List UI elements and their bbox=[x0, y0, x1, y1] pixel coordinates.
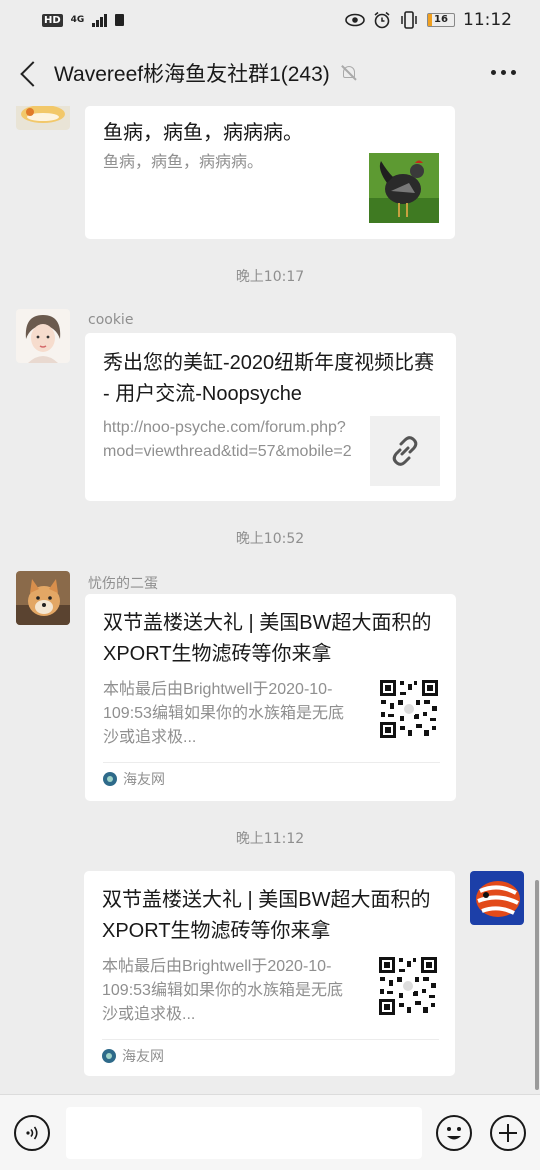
card-body: http://noo-psyche.com/forum.php?mod=view… bbox=[103, 416, 440, 486]
chat-title: Wavereef彬海鱼友社群1(243) bbox=[54, 63, 330, 86]
clock: 11:12 bbox=[463, 10, 512, 30]
emoji-button[interactable] bbox=[436, 1114, 472, 1151]
source-name: 海友网 bbox=[123, 772, 165, 788]
card-description: 本帖最后由Brightwell于2020-10-109:53编辑如果你的水族箱是… bbox=[103, 681, 344, 746]
battery-text: 16 bbox=[434, 14, 448, 25]
source-name: 海友网 bbox=[122, 1049, 164, 1065]
bell-muted-icon bbox=[340, 64, 358, 82]
card-title: 双节盖楼送大礼 | 美国BW超大面积的XPORT生物滤砖等你来拿 bbox=[103, 612, 432, 665]
plus-icon-vertical bbox=[507, 1123, 509, 1142]
card-source: 海友网 bbox=[102, 1039, 439, 1066]
more-button[interactable] bbox=[491, 70, 516, 75]
card-body: 本帖最后由Brightwell于2020-10-109:53编辑如果你的水族箱是… bbox=[102, 955, 439, 1027]
dot-icon bbox=[511, 70, 516, 75]
site-icon bbox=[102, 1049, 116, 1063]
card-title: 鱼病，病鱼，病病病。 bbox=[103, 122, 303, 144]
card-title: 双节盖楼送大礼 | 美国BW超大面积的XPORT生物滤砖等你来拿 bbox=[102, 889, 431, 942]
sender-name: 忧伤的二蛋 bbox=[88, 576, 158, 592]
qr-code-thumbnail bbox=[378, 678, 440, 740]
voice-icon bbox=[26, 1126, 38, 1139]
link-card[interactable]: 双节盖楼送大礼 | 美国BW超大面积的XPORT生物滤砖等你来拿 本帖最后由Br… bbox=[84, 871, 455, 1076]
status-right: 16 11:12 bbox=[345, 10, 512, 30]
site-icon bbox=[103, 772, 117, 786]
card-body: 鱼病，病鱼，病病病。 bbox=[103, 151, 439, 223]
card-description: 本帖最后由Brightwell于2020-10-109:53编辑如果你的水族箱是… bbox=[102, 958, 343, 1023]
eye-icon bbox=[345, 13, 365, 27]
input-bar bbox=[0, 1094, 540, 1170]
avatar[interactable] bbox=[16, 309, 70, 363]
dot-icon bbox=[501, 70, 506, 75]
signal-icon bbox=[92, 13, 108, 27]
timestamp: 晚上10:52 bbox=[235, 531, 305, 547]
card-description: 鱼病，病鱼，病病病。 bbox=[103, 154, 264, 171]
hd-badge: HD bbox=[42, 13, 63, 27]
link-card[interactable]: 鱼病，病鱼，病病病。 鱼病，病鱼，病病病。 bbox=[85, 106, 455, 239]
status-left: HD 4G bbox=[42, 13, 125, 27]
battery-level bbox=[428, 14, 433, 26]
card-body: 本帖最后由Brightwell于2020-10-109:53编辑如果你的水族箱是… bbox=[103, 678, 440, 750]
scrollbar[interactable] bbox=[535, 880, 539, 1090]
rooster-thumbnail bbox=[369, 153, 439, 223]
emoji-icon bbox=[447, 1126, 461, 1139]
my-avatar[interactable] bbox=[470, 871, 524, 925]
link-card[interactable]: 秀出您的美缸-2020纽斯年度视频比赛 - 用户交流-Noopsyche htt… bbox=[85, 333, 456, 501]
message-list[interactable]: 鱼病，病鱼，病病病。 鱼病，病鱼，病病病。 晚上10:17 cookie 秀出您… bbox=[0, 106, 540, 1094]
timestamp: 晚上10:17 bbox=[235, 269, 305, 285]
avatar[interactable] bbox=[16, 571, 70, 625]
qr-code-thumbnail bbox=[377, 955, 439, 1017]
message-input[interactable] bbox=[66, 1106, 422, 1159]
card-source: 海友网 bbox=[103, 762, 440, 789]
vibrate-icon bbox=[401, 11, 417, 29]
sim-icon bbox=[115, 14, 125, 26]
alarm-icon bbox=[374, 11, 390, 29]
timestamp: 晚上11:12 bbox=[235, 831, 305, 847]
card-description: http://noo-psyche.com/forum.php?mod=view… bbox=[103, 419, 352, 460]
network-type: 4G bbox=[70, 14, 85, 25]
battery-icon: 16 bbox=[427, 13, 455, 27]
chat-header: Wavereef彬海鱼友社群1(243) bbox=[0, 40, 540, 106]
dot-icon bbox=[491, 70, 496, 75]
plus-button[interactable] bbox=[490, 1114, 526, 1151]
sender-name: cookie bbox=[88, 312, 134, 328]
avatar[interactable] bbox=[16, 106, 70, 130]
link-icon bbox=[370, 416, 440, 486]
card-title: 秀出您的美缸-2020纽斯年度视频比赛 - 用户交流-Noopsyche bbox=[103, 352, 435, 405]
status-bar: HD 4G 16 11:12 bbox=[0, 0, 540, 40]
back-button[interactable] bbox=[18, 59, 38, 87]
link-card[interactable]: 双节盖楼送大礼 | 美国BW超大面积的XPORT生物滤砖等你来拿 本帖最后由Br… bbox=[85, 594, 456, 801]
voice-button[interactable] bbox=[14, 1114, 50, 1151]
